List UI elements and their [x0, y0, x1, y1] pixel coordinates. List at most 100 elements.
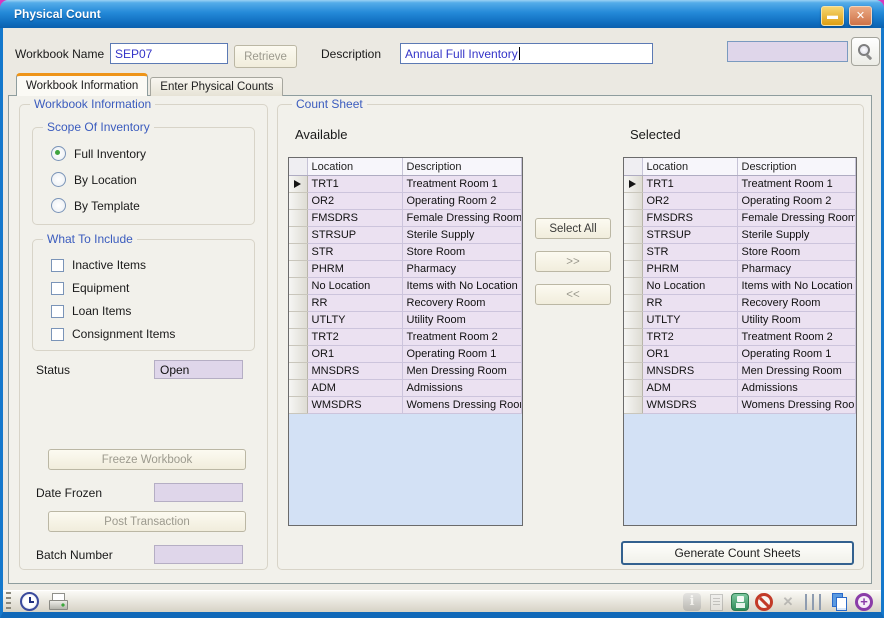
row-selector[interactable] [289, 193, 307, 210]
grid-row-str[interactable]: STRStore Room [624, 244, 856, 261]
grid-row-or2[interactable]: OR2Operating Room 2 [624, 193, 856, 210]
available-grid[interactable]: LocationDescriptionTRT1Treatment Room 1O… [288, 157, 523, 526]
checkbox-icon [51, 305, 64, 318]
tab-enter-physical-counts[interactable]: Enter Physical Counts [150, 77, 283, 96]
cell-location: OR1 [642, 346, 737, 363]
current-row-indicator[interactable] [624, 176, 642, 193]
grid-row-utlty[interactable]: UTLTYUtility Room [624, 312, 856, 329]
radio-by-location[interactable]: By Location [51, 172, 146, 187]
checkbox-loan-items[interactable]: Loan Items [51, 304, 175, 318]
column-header-location[interactable]: Location [307, 158, 402, 176]
grid-row-fmsdrs[interactable]: FMSDRSFemale Dressing Room [624, 210, 856, 227]
row-selector[interactable] [624, 380, 642, 397]
search-field[interactable] [727, 41, 848, 62]
scope-of-inventory-group-title: Scope Of Inventory [43, 120, 154, 134]
delete-x-icon[interactable] [779, 593, 797, 611]
post-transaction-button[interactable]: Post Transaction [48, 511, 246, 532]
close-button[interactable]: ✕ [849, 6, 872, 26]
row-selector[interactable] [289, 397, 307, 414]
move-left-button[interactable]: << [535, 284, 611, 305]
current-row-indicator[interactable] [289, 176, 307, 193]
retrieve-button[interactable]: Retrieve [234, 45, 297, 68]
minimize-button[interactable]: ▬ [821, 6, 844, 26]
grid-row-no-location[interactable]: No LocationItems with No Location [624, 278, 856, 295]
selected-grid[interactable]: LocationDescriptionTRT1Treatment Room 1O… [623, 157, 857, 526]
grid-row-wmsdrs[interactable]: WMSDRSWomens Dressing Room [289, 397, 522, 414]
row-selector[interactable] [624, 346, 642, 363]
printer-icon[interactable] [48, 593, 68, 611]
row-selector[interactable] [289, 329, 307, 346]
grid-row-str[interactable]: STRStore Room [289, 244, 522, 261]
tab-workbook-information[interactable]: Workbook Information [16, 73, 148, 96]
grid-row-no-location[interactable]: No LocationItems with No Location [289, 278, 522, 295]
grid-row-strsup[interactable]: STRSUPSterile Supply [289, 227, 522, 244]
clock-icon[interactable] [20, 592, 39, 611]
row-selector[interactable] [289, 210, 307, 227]
row-selector[interactable] [624, 329, 642, 346]
column-header-description[interactable]: Description [737, 158, 856, 176]
checkbox-inactive-items[interactable]: Inactive Items [51, 258, 175, 272]
grid-row-rr[interactable]: RRRecovery Room [289, 295, 522, 312]
grid-row-or1[interactable]: OR1Operating Room 1 [289, 346, 522, 363]
add-record-icon[interactable] [855, 593, 873, 611]
row-selector[interactable] [624, 363, 642, 380]
grid-row-strsup[interactable]: STRSUPSterile Supply [624, 227, 856, 244]
grid-row-rr[interactable]: RRRecovery Room [624, 295, 856, 312]
row-selector[interactable] [624, 244, 642, 261]
column-header-description[interactable]: Description [402, 158, 522, 176]
grid-row-phrm[interactable]: PHRMPharmacy [289, 261, 522, 278]
cancel-icon[interactable] [755, 593, 773, 611]
column-header-location[interactable]: Location [642, 158, 737, 176]
row-selector[interactable] [624, 193, 642, 210]
row-selector[interactable] [624, 210, 642, 227]
save-icon[interactable] [731, 593, 749, 611]
grid-row-mnsdrs[interactable]: MNSDRSMen Dressing Room [624, 363, 856, 380]
row-selector[interactable] [289, 227, 307, 244]
scope-of-inventory-group: Scope Of Inventory Full InventoryBy Loca… [32, 127, 255, 225]
row-selector[interactable] [289, 278, 307, 295]
radio-by-template[interactable]: By Template [51, 198, 146, 213]
grid-row-adm[interactable]: ADMAdmissions [624, 380, 856, 397]
generate-count-sheets-button[interactable]: Generate Count Sheets [621, 541, 854, 565]
grid-row-trt1[interactable]: TRT1Treatment Room 1 [624, 176, 856, 193]
grid-row-adm[interactable]: ADMAdmissions [289, 380, 522, 397]
cell-location: ADM [307, 380, 402, 397]
checkbox-consignment-items[interactable]: Consignment Items [51, 327, 175, 341]
grid-row-fmsdrs[interactable]: FMSDRSFemale Dressing Room [289, 210, 522, 227]
row-selector[interactable] [289, 261, 307, 278]
grid-row-trt2[interactable]: TRT2Treatment Room 2 [624, 329, 856, 346]
row-selector[interactable] [624, 312, 642, 329]
freeze-workbook-button[interactable]: Freeze Workbook [48, 449, 246, 470]
document-icon[interactable] [707, 593, 725, 611]
row-selector[interactable] [624, 261, 642, 278]
row-selector[interactable] [289, 380, 307, 397]
row-selector[interactable] [624, 227, 642, 244]
row-selector[interactable] [289, 312, 307, 329]
cell-description: Sterile Supply [737, 227, 856, 244]
move-right-button[interactable]: >> [535, 251, 611, 272]
grid-row-wmsdrs[interactable]: WMSDRSWomens Dressing Room [624, 397, 856, 414]
grid-row-or1[interactable]: OR1Operating Room 1 [624, 346, 856, 363]
row-selector[interactable] [289, 346, 307, 363]
search-button[interactable] [851, 37, 880, 66]
grid-row-trt1[interactable]: TRT1Treatment Room 1 [289, 176, 522, 193]
select-all-button[interactable]: Select All [535, 218, 611, 239]
info-icon[interactable] [683, 593, 701, 611]
radio-full-inventory[interactable]: Full Inventory [51, 146, 146, 161]
row-selector[interactable] [289, 363, 307, 380]
workbook-name-input[interactable]: SEP07 [110, 43, 228, 64]
grid-row-mnsdrs[interactable]: MNSDRSMen Dressing Room [289, 363, 522, 380]
row-selector[interactable] [624, 397, 642, 414]
grid-row-phrm[interactable]: PHRMPharmacy [624, 261, 856, 278]
checkbox-equipment[interactable]: Equipment [51, 281, 175, 295]
copy-icon[interactable] [831, 593, 849, 611]
row-selector[interactable] [289, 244, 307, 261]
row-selector[interactable] [624, 278, 642, 295]
grid-row-trt2[interactable]: TRT2Treatment Room 2 [289, 329, 522, 346]
description-input[interactable]: Annual Full Inventory [400, 43, 653, 64]
checkbox-icon [51, 282, 64, 295]
row-selector[interactable] [624, 295, 642, 312]
grid-row-or2[interactable]: OR2Operating Room 2 [289, 193, 522, 210]
row-selector[interactable] [289, 295, 307, 312]
grid-row-utlty[interactable]: UTLTYUtility Room [289, 312, 522, 329]
